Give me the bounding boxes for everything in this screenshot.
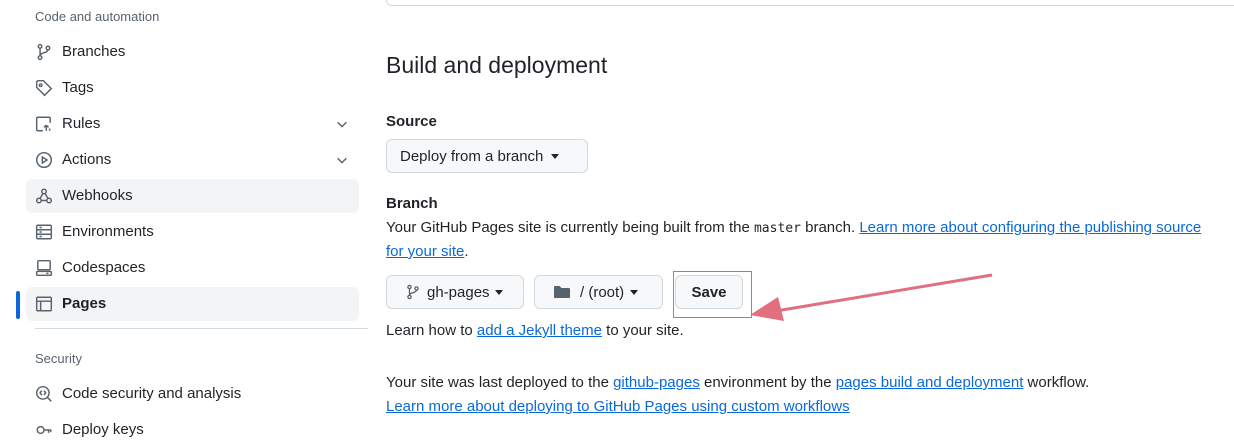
folder-select[interactable]: / (root) [534, 275, 663, 309]
caret-down-icon [551, 153, 560, 159]
sidebar-divider [35, 328, 368, 329]
chevron-down-icon[interactable] [335, 117, 349, 131]
sidebar-item-branches[interactable]: Branches [26, 35, 359, 69]
sidebar-item-label: Code security and analysis [62, 385, 242, 402]
annotation-arrow [750, 273, 993, 321]
sidebar-item-label: Codespaces [62, 259, 146, 276]
key-icon [36, 425, 52, 435]
text: environment by the [699, 374, 836, 391]
github-pages-env-link[interactable]: github-pages [613, 374, 700, 391]
text: Learn how to [386, 322, 477, 339]
sidebar-item-codespaces[interactable]: Codespaces [26, 251, 359, 285]
sidebar-item-tags[interactable]: Tags [26, 71, 359, 105]
text: branch. [800, 219, 860, 236]
caret-down-icon [630, 289, 639, 295]
workflow-link[interactable]: pages build and deployment [836, 374, 1024, 391]
sidebar-item-webhooks[interactable]: Webhooks [26, 179, 359, 213]
publishing-source-link-cont[interactable]: for your site [386, 243, 464, 260]
sidebar-item-label: Deploy keys [62, 421, 144, 438]
webhook-icon [35, 188, 53, 204]
branch-name: master [753, 221, 801, 236]
branch-description: Your GitHub Pages site is currently bein… [386, 216, 1201, 241]
custom-workflows-line: Learn more about deploying to GitHub Pag… [386, 395, 850, 419]
deploy-info-text: Your site was last deployed to the githu… [386, 371, 1089, 395]
play-circle-icon [35, 151, 53, 169]
sidebar-item-label: Environments [62, 223, 154, 240]
jekyll-theme-link[interactable]: add a Jekyll theme [477, 322, 602, 339]
branch-label: Branch [386, 195, 438, 212]
codespaces-icon [35, 259, 53, 277]
section-title-security: Security [35, 351, 82, 366]
sidebar-item-rules[interactable]: Rules [26, 107, 359, 141]
sidebar-item-environments[interactable]: Environments [26, 215, 359, 249]
git-branch-icon [37, 43, 51, 61]
section-title-code-automation: Code and automation [35, 9, 160, 24]
active-indicator [16, 291, 20, 319]
sidebar-item-deploy-keys[interactable]: Deploy keys [26, 413, 359, 447]
sidebar-item-actions[interactable]: Actions [26, 143, 359, 177]
caret-down-icon [494, 289, 503, 295]
folder-icon [554, 286, 570, 298]
sidebar-item-label: Tags [62, 79, 94, 96]
git-branch-icon [407, 284, 419, 300]
previous-section-box [386, 0, 1234, 6]
server-icon [35, 224, 53, 240]
branch-description-cont: for your site. [386, 240, 469, 264]
branch-select[interactable]: gh-pages [386, 275, 524, 309]
text: . [464, 243, 469, 260]
text: to your site. [601, 322, 684, 339]
sidebar-item-pages[interactable]: Pages [26, 287, 359, 321]
custom-workflows-link[interactable]: Learn more about deploying to GitHub Pag… [386, 398, 850, 415]
sidebar-item-code-security[interactable]: Code security and analysis [26, 377, 359, 411]
save-button[interactable]: Save [675, 275, 743, 309]
chevron-down-icon[interactable] [335, 153, 349, 167]
section-heading: Build and deployment [386, 52, 608, 78]
sidebar-item-label: Branches [62, 43, 126, 60]
source-label: Source [386, 113, 437, 130]
tag-icon [35, 79, 53, 97]
sidebar-item-label: Actions [62, 151, 112, 168]
jekyll-theme-text: Learn how to add a Jekyll theme to your … [386, 319, 684, 343]
text: Your GitHub Pages site is currently bein… [386, 219, 754, 236]
source-dropdown-value: Deploy from a branch [400, 147, 544, 165]
settings-sidebar: Code and automation Branches Tags Rules … [0, 0, 370, 438]
sidebar-item-label: Pages [62, 295, 107, 312]
folder-select-value: / (root) [580, 283, 625, 301]
rules-icon [35, 116, 51, 132]
source-dropdown[interactable]: Deploy from a branch [386, 139, 588, 173]
sidebar-item-label: Webhooks [62, 187, 133, 204]
text: Your site was last deployed to the [386, 374, 614, 391]
browser-icon [35, 296, 53, 312]
codescan-icon [35, 385, 52, 402]
branch-select-value: gh-pages [427, 283, 490, 301]
sidebar-item-label: Rules [62, 115, 101, 132]
publishing-source-link[interactable]: Learn more about configuring the publish… [859, 219, 1201, 236]
text: workflow. [1023, 374, 1090, 391]
